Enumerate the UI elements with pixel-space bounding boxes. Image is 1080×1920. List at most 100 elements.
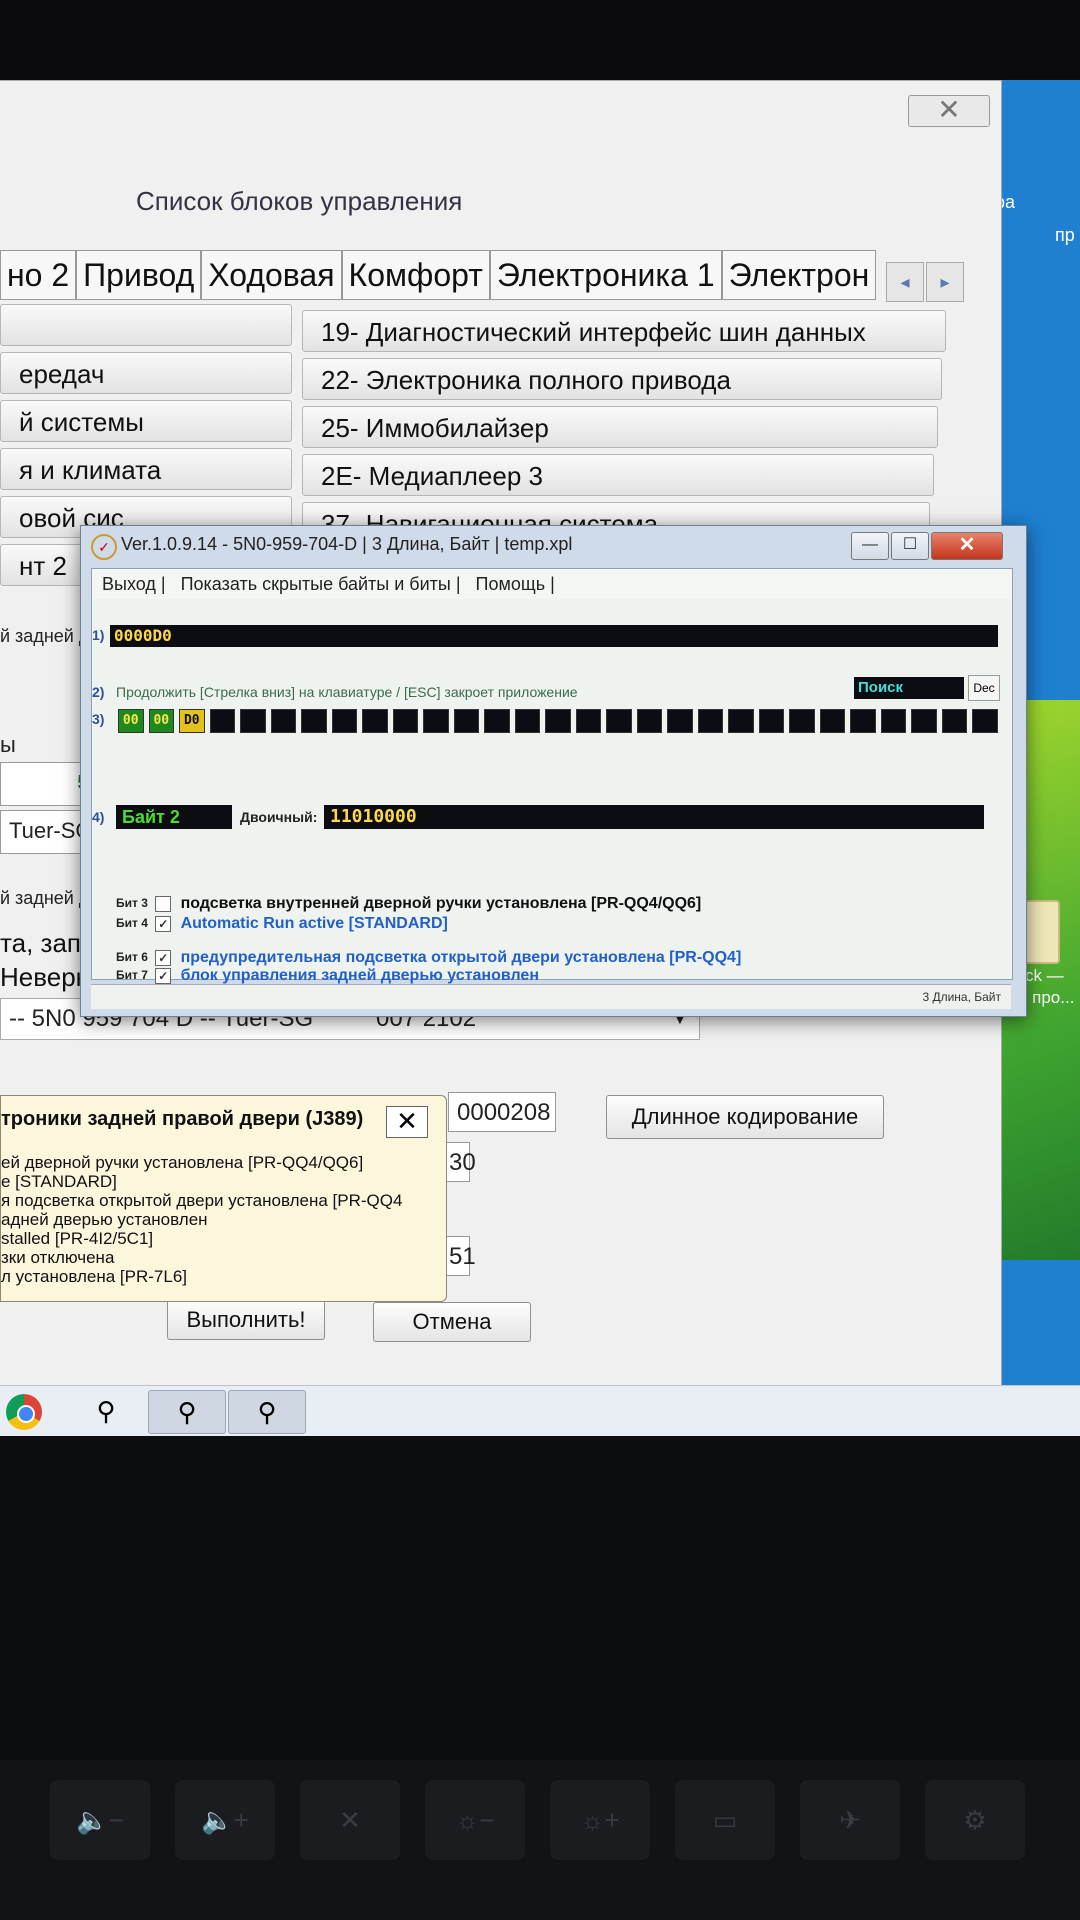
close-button[interactable]: ✕ xyxy=(931,532,1003,560)
dec-button[interactable]: Dec xyxy=(968,675,1000,701)
main-close-button[interactable]: ✕ xyxy=(908,95,990,127)
row-number: 2) xyxy=(92,684,105,700)
tab-electronics-1[interactable]: Электроника 1 xyxy=(489,250,722,300)
long-coding-button[interactable]: Длинное кодирование xyxy=(606,1095,884,1139)
app-icon: ✓ xyxy=(91,534,117,560)
byte-cell[interactable] xyxy=(728,709,754,733)
module-button-transmission[interactable]: ередач xyxy=(0,352,292,394)
chrome-icon[interactable] xyxy=(6,1394,42,1430)
search-input[interactable]: Поиск xyxy=(854,677,964,699)
byte-cell[interactable] xyxy=(270,709,297,733)
byte-cell[interactable] xyxy=(880,709,907,733)
byte-cell[interactable] xyxy=(514,709,541,733)
tab-comfort[interactable]: Комфорт xyxy=(341,250,490,300)
byte-cell[interactable] xyxy=(484,709,510,733)
byte-cell[interactable] xyxy=(301,709,327,733)
dialog-body: Выход | Показать скрытые байты и биты | … xyxy=(91,568,1013,984)
popup-title: троники задней правой двери (J389) xyxy=(1,1108,364,1130)
bit-checkbox[interactable] xyxy=(155,896,172,912)
module-button-system[interactable]: й системы xyxy=(0,400,292,442)
hex-coding-bar[interactable]: 0000D0 xyxy=(110,625,998,647)
byte-cell[interactable] xyxy=(240,709,266,733)
menu-show-hidden[interactable]: Показать скрытые байты и биты | xyxy=(181,574,461,594)
bit-checkbox[interactable]: ✓ xyxy=(155,916,172,932)
tab-electronics-more[interactable]: Электрон xyxy=(721,250,877,300)
byte-cell[interactable] xyxy=(697,709,724,733)
tab-chassis[interactable]: Ходовая xyxy=(201,250,342,300)
byte-cell[interactable] xyxy=(362,709,388,733)
module-button-partial[interactable] xyxy=(0,304,292,346)
byte-cell[interactable] xyxy=(636,709,663,733)
vcp-taskbar-icon[interactable]: ⚲ xyxy=(228,1390,306,1434)
volume-up-key: 🔈+ xyxy=(175,1780,275,1860)
control-unit-list-title: Список блоков управления xyxy=(136,186,463,216)
byte-cell[interactable] xyxy=(575,709,602,733)
bit-row-4[interactable]: Бит 4 ✓ Automatic Run active [STANDARD] xyxy=(116,915,448,937)
byte-cell[interactable] xyxy=(331,709,358,733)
coding-value-field[interactable]: 0000208 xyxy=(448,1092,556,1132)
byte-cell-selected[interactable]: D0 xyxy=(179,709,205,733)
execute-button[interactable]: Выполнить! xyxy=(167,1300,325,1340)
cancel-button[interactable]: Отмена xyxy=(373,1302,531,1342)
vcp-taskbar-icon[interactable]: ⚲ xyxy=(148,1390,226,1434)
category-tabs: но 2 Привод Ходовая Комфорт Электроника … xyxy=(0,250,877,300)
byte-cell[interactable] xyxy=(606,709,632,733)
popup-close-button[interactable]: ✕ xyxy=(386,1106,428,1138)
bit-description: блок управления задней дверью установлен xyxy=(180,967,539,984)
module-label-fragment: я и климата xyxy=(19,455,162,485)
byte-strip: 00 00 D0 xyxy=(118,709,998,733)
menu-help[interactable]: Помощь | xyxy=(476,574,555,594)
text-fragment: ы xyxy=(0,732,16,757)
byte-cell[interactable] xyxy=(423,709,449,733)
status-bar: 3 Длина, Байт xyxy=(91,984,1011,1009)
module-button-2e[interactable]: 2E- Медиаплеер 3 xyxy=(302,454,934,496)
binary-value-field[interactable]: 11010000 xyxy=(324,805,984,829)
byte-cell[interactable] xyxy=(758,709,785,733)
monitor-bezel xyxy=(0,0,1080,90)
byte-cell[interactable] xyxy=(453,709,480,733)
popup-line: л установлена [PR-7L6] xyxy=(1,1267,188,1286)
byte-cell[interactable]: 00 xyxy=(148,709,175,733)
taskbar: ⚲ ⚲ ⚲ xyxy=(0,1385,1080,1436)
byte-cell[interactable] xyxy=(819,709,846,733)
minimize-button[interactable]: — xyxy=(851,532,889,560)
bit-checkbox[interactable]: ✓ xyxy=(155,968,172,984)
byte-cell[interactable] xyxy=(545,709,571,733)
byte-cell[interactable] xyxy=(850,709,876,733)
module-button-22[interactable]: 22- Электроника полного привода xyxy=(302,358,942,400)
module-button-climate[interactable]: я и климата xyxy=(0,448,292,490)
tab-scroll-right-button[interactable]: ▸ xyxy=(926,262,964,302)
dialog-title: Ver.1.0.9.14 - 5N0-959-704-D | 3 Длина, … xyxy=(121,534,573,554)
tab-scroll-left-button[interactable]: ◂ xyxy=(886,262,924,302)
module-button-25[interactable]: 25- Иммобилайзер xyxy=(302,406,938,448)
byte-cell[interactable] xyxy=(941,709,968,733)
popup-line: я подсветка открытой двери установлена [… xyxy=(1,1191,403,1210)
bit-label: Бит 6 xyxy=(116,950,148,965)
vcp-taskbar-icon[interactable]: ⚲ xyxy=(68,1390,144,1432)
bit-description: подсветка внутренней дверной ручки устан… xyxy=(180,895,702,912)
bit-row-3[interactable]: Бит 3 подсветка внутренней дверной ручки… xyxy=(116,895,701,917)
module-label-fragment: ередач xyxy=(19,359,105,389)
row-number: 3) xyxy=(92,711,105,727)
volume-down-key: 🔈− xyxy=(50,1780,150,1860)
bit-checkbox[interactable]: ✓ xyxy=(155,950,172,966)
navigation-hint: Продолжить [Стрелка вниз] на клавиатуре … xyxy=(116,684,578,700)
byte-cell[interactable] xyxy=(392,709,419,733)
byte-cell[interactable] xyxy=(972,709,998,733)
module-button-19[interactable]: 19- Диагностический интерфейс шин данных xyxy=(302,310,946,352)
mute-key: ✕ xyxy=(300,1780,400,1860)
popup-line: ей дверной ручки установлена [PR-QQ4/QQ6… xyxy=(1,1153,364,1172)
byte-cell[interactable] xyxy=(789,709,815,733)
byte-cell[interactable] xyxy=(911,709,937,733)
byte-coding-dialog: ✓ Ver.1.0.9.14 - 5N0-959-704-D | 3 Длина… xyxy=(80,525,1027,1017)
tab-drive[interactable]: Привод xyxy=(76,250,202,300)
byte-cell[interactable]: 00 xyxy=(118,709,144,733)
maximize-button[interactable]: ☐ xyxy=(891,532,929,560)
byte-cell[interactable] xyxy=(209,709,236,733)
tab-electronics-2[interactable]: но 2 xyxy=(0,250,77,300)
rear-door-info-popup: троники задней правой двери (J389) ✕ ей … xyxy=(0,1095,447,1302)
menu-exit[interactable]: Выход | xyxy=(102,574,166,594)
byte-cell[interactable] xyxy=(667,709,693,733)
row-number: 1) xyxy=(92,627,105,643)
module-label-fragment: й системы xyxy=(19,407,144,437)
